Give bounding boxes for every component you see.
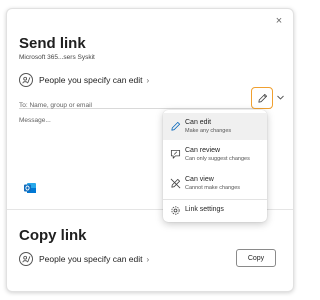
outlook-icon[interactable] <box>23 181 37 195</box>
pencil-icon <box>171 121 181 131</box>
chevron-right-icon: › <box>146 75 150 85</box>
menu-item-title: Can review <box>185 147 221 154</box>
chevron-right-icon: › <box>146 254 150 264</box>
permission-menu: Can edit Make any changes Can review Can… <box>163 110 267 222</box>
permission-dropdown-button[interactable] <box>251 87 273 109</box>
gear-icon <box>171 206 180 215</box>
chevron-down-icon[interactable] <box>277 95 285 103</box>
send-link-permission[interactable]: People you specify can edit › <box>19 73 149 87</box>
close-icon[interactable]: × <box>273 15 285 27</box>
recipients-field[interactable] <box>19 94 271 112</box>
send-link-subtitle: Microsoft 365...sers Syskit <box>19 54 95 61</box>
no-edit-icon <box>170 178 181 189</box>
menu-item-link-settings[interactable]: Link settings <box>163 202 267 220</box>
send-link-title: Send link <box>19 35 86 52</box>
message-field[interactable]: Message... <box>19 117 51 124</box>
send-link-permission-label: People you specify can edit <box>39 75 143 85</box>
link-settings-icon <box>19 73 33 87</box>
review-icon <box>170 149 181 159</box>
pencil-icon <box>257 93 267 103</box>
menu-item-title: Can view <box>185 176 214 183</box>
copy-link-permission-label: People you specify can edit <box>39 254 143 264</box>
copy-link-title: Copy link <box>19 227 87 244</box>
menu-item-title: Can edit <box>185 119 212 126</box>
menu-item-can-view[interactable]: Can view Cannot make changes <box>163 170 267 197</box>
menu-item-can-review[interactable]: Can review Can only suggest changes <box>163 142 267 168</box>
menu-item-description: Can only suggest changes <box>185 156 250 162</box>
copy-link-permission[interactable]: People you specify can edit › <box>19 252 149 266</box>
menu-item-title: Link settings <box>185 206 224 213</box>
menu-divider <box>163 199 267 200</box>
menu-item-can-edit[interactable]: Can edit Make any changes <box>163 113 267 140</box>
copy-button[interactable]: Copy <box>236 249 276 267</box>
link-settings-icon <box>19 252 33 266</box>
menu-item-description: Cannot make changes <box>185 185 241 191</box>
share-dialog: × Send link Microsoft 365...sers Syskit … <box>6 8 294 292</box>
menu-item-description: Make any changes <box>185 128 232 134</box>
